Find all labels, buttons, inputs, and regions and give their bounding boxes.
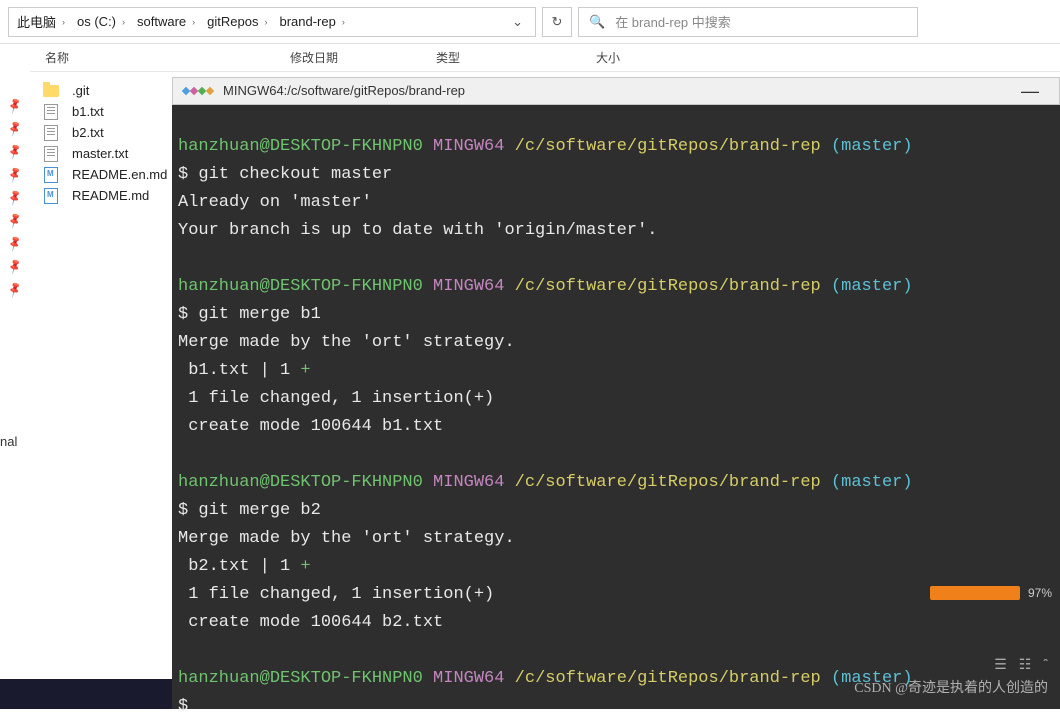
breadcrumb-seg[interactable]: software› (133, 14, 199, 29)
col-name[interactable]: 名称 (30, 49, 290, 66)
watermark: CSDN @奇迹是执着的人创造的 (854, 677, 1048, 697)
breadcrumb-dropdown-icon[interactable]: ⌄ (504, 14, 531, 30)
progress-bar (930, 586, 1020, 600)
terminal-window[interactable]: MINGW64:/c/software/gitRepos/brand-rep —… (172, 77, 1060, 709)
toolbar: 此电脑› os (C:)› software› gitRepos› brand-… (0, 0, 1060, 44)
search-input[interactable]: 🔍 在 brand-rep 中搜索 (578, 7, 918, 37)
md-icon (30, 188, 72, 204)
md-icon (30, 167, 72, 183)
refresh-icon: ↻ (552, 14, 563, 30)
pin-icon[interactable]: 📌 (6, 188, 24, 206)
mingw-logo-icon (183, 88, 213, 94)
search-placeholder: 在 brand-rep 中搜索 (615, 12, 731, 31)
minimize-icon[interactable]: — (1011, 77, 1049, 105)
col-size[interactable]: 大小 (596, 49, 686, 66)
breadcrumb-seg[interactable]: 此电脑› (13, 12, 69, 31)
terminal-title: MINGW64:/c/software/gitRepos/brand-rep (223, 77, 465, 105)
search-icon: 🔍 (589, 14, 605, 30)
breadcrumb-seg[interactable]: gitRepos› (203, 14, 271, 29)
progress-percent: 97% (1028, 586, 1052, 600)
corner-icons: ☰ ☷ ˆ (994, 656, 1048, 673)
pin-icon[interactable]: 📌 (6, 96, 24, 114)
col-type[interactable]: 类型 (436, 49, 596, 66)
pin-icon[interactable]: 📌 (6, 165, 24, 183)
column-headers[interactable]: 名称 修改日期 类型 大小 (30, 44, 1060, 72)
refresh-button[interactable]: ↻ (542, 7, 572, 37)
chevron-up-icon[interactable]: ˆ (1043, 656, 1048, 673)
pin-icon[interactable]: 📌 (6, 234, 24, 252)
breadcrumb-seg[interactable]: brand-rep› (275, 14, 348, 29)
pin-icon[interactable]: 📌 (6, 257, 24, 275)
sidebar-label: nal (0, 434, 28, 449)
pin-icon[interactable]: 📌 (6, 280, 24, 298)
terminal-body[interactable]: hanzhuan@DESKTOP-FKHNPN0 MINGW64 /c/soft… (172, 105, 1060, 727)
terminal-titlebar[interactable]: MINGW64:/c/software/gitRepos/brand-rep — (172, 77, 1060, 105)
breadcrumb-seg[interactable]: os (C:)› (73, 14, 129, 29)
txt-icon (30, 104, 72, 120)
pin-icon[interactable]: 📌 (6, 119, 24, 137)
pin-column: 📌 📌 📌 📌 📌 📌 📌 📌 📌 (0, 44, 30, 679)
breadcrumb[interactable]: 此电脑› os (C:)› software› gitRepos› brand-… (8, 7, 536, 37)
pin-icon[interactable]: 📌 (6, 142, 24, 160)
pin-icon[interactable]: 📌 (6, 211, 24, 229)
txt-icon (30, 146, 72, 162)
col-date[interactable]: 修改日期 (290, 49, 436, 66)
view-icon[interactable]: ☷ (1019, 656, 1032, 673)
txt-icon (30, 125, 72, 141)
grid-icon[interactable]: ☰ (994, 656, 1007, 673)
folder-icon (30, 85, 72, 97)
progress-indicator: 97% (930, 586, 1052, 600)
